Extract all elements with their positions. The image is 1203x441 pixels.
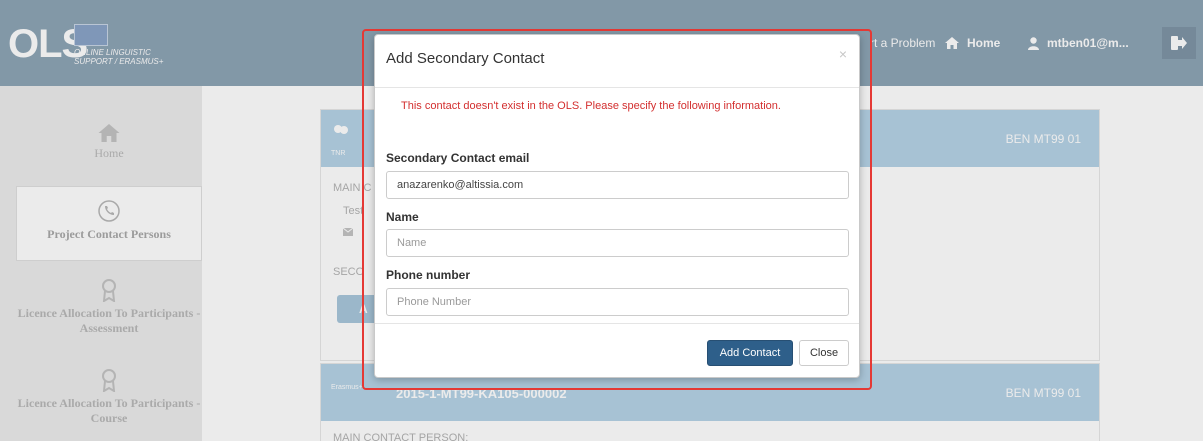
footer-divider — [375, 323, 859, 324]
name-field[interactable] — [386, 229, 849, 257]
close-button[interactable]: Close — [799, 340, 849, 366]
email-label: Secondary Contact email — [386, 151, 530, 165]
warning-message: This contact doesn't exist in the OLS. P… — [401, 100, 781, 112]
add-secondary-contact-dialog: Add Secondary Contact × This contact doe… — [374, 34, 860, 378]
phone-label: Phone number — [386, 268, 471, 282]
add-contact-button[interactable]: Add Contact — [707, 340, 793, 366]
secondary-email-field[interactable] — [386, 171, 849, 199]
header-divider — [375, 87, 859, 88]
dialog-title: Add Secondary Contact — [386, 50, 545, 67]
name-label: Name — [386, 210, 419, 224]
phone-field[interactable] — [386, 288, 849, 316]
close-icon[interactable]: × — [839, 46, 847, 62]
